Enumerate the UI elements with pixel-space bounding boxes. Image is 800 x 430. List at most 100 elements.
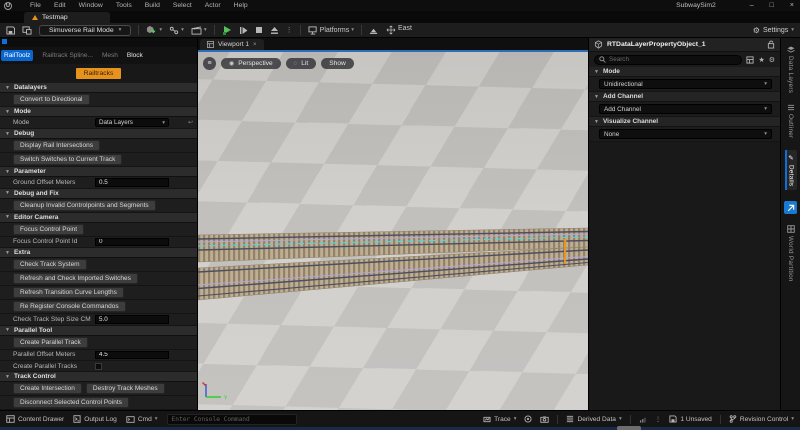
insights-icon[interactable] [524, 415, 532, 423]
section-parallel-tool[interactable]: ▼Parallel Tool [0, 326, 197, 336]
show-button[interactable]: Show [321, 58, 354, 69]
viewport-tab[interactable]: Viewport 1 × [200, 39, 264, 50]
stop-button[interactable] [255, 26, 263, 34]
disconnect-selected-button[interactable]: Disconnect Selected Control Points [13, 397, 129, 408]
ground-offset-input[interactable] [95, 178, 169, 187]
menu-file[interactable]: File [30, 2, 41, 9]
play-options-icon[interactable]: ⋮ [286, 26, 293, 34]
display-rail-intersections-button[interactable]: Display Rail Intersections [13, 140, 100, 151]
play-button[interactable] [222, 25, 232, 35]
more-options-icon[interactable]: ⋮ [655, 415, 662, 423]
blueprints-button[interactable]: ▾ [169, 26, 184, 35]
close-button[interactable]: × [790, 2, 794, 9]
details-section-add-channel[interactable]: ▼Add Channel [589, 92, 780, 102]
branch-icon [729, 415, 737, 423]
eject-button[interactable] [270, 26, 279, 35]
output-log-button[interactable]: Output Log [73, 415, 117, 423]
lit-button[interactable]: ◌ Lit [286, 58, 317, 69]
create-intersection-button[interactable]: Create Intersection [13, 383, 82, 394]
section-extra[interactable]: ▼Extra [0, 248, 197, 258]
section-title: Datalayers [14, 84, 47, 91]
viewport-scene[interactable]: Y ≡ ◉ Perspective ◌ Lit Show [198, 52, 588, 410]
details-settings-gear-icon[interactable]: ⚙ [769, 56, 775, 64]
menu-tools[interactable]: Tools [116, 2, 132, 9]
lock-icon[interactable] [767, 40, 775, 49]
create-parallel-track-button[interactable]: Create Parallel Track [13, 337, 88, 348]
section-debug[interactable]: ▼Debug [0, 129, 197, 139]
menu-select[interactable]: Select [173, 2, 192, 9]
console-command-input[interactable] [167, 414, 297, 425]
menu-build[interactable]: Build [145, 2, 160, 9]
trace-dropdown[interactable]: Trace ▾ [483, 416, 516, 423]
switch-switches-button[interactable]: Switch Switches to Current Track [13, 154, 122, 165]
viewport-options-button[interactable]: ≡ [203, 57, 216, 70]
settings-button[interactable]: Settings [763, 27, 788, 34]
frame-skip-button[interactable] [239, 26, 248, 35]
create-parallel-tracks-checkbox[interactable] [95, 363, 102, 370]
unsaved-button[interactable]: 1 Unsaved [669, 415, 712, 423]
cleanup-invalid-button[interactable]: Cleanup Invalid Controlpoints and Segmen… [13, 200, 156, 211]
favorites-star-icon[interactable]: ★ [758, 56, 764, 64]
platforms-button[interactable]: Platforms ▾ [308, 26, 354, 35]
sidebar-tab-world-partition[interactable]: World Partition [787, 225, 795, 282]
level-tab-testmap[interactable]: Testmap [24, 12, 110, 23]
details-section-mode[interactable]: ▼Mode [589, 67, 780, 77]
details-search-input[interactable] [609, 56, 737, 63]
cmd-dropdown[interactable]: Cmd ▾ [126, 416, 158, 423]
reregister-console-commandos-button[interactable]: Re Register Console Commandos [13, 301, 126, 312]
active-tool-icon[interactable] [784, 201, 797, 214]
network-status-icon[interactable] [639, 416, 647, 423]
reset-to-default-icon[interactable]: ↩ [188, 119, 193, 126]
visualize-channel-dropdown[interactable]: None ▾ [599, 129, 772, 139]
add-channel-dropdown[interactable]: Add Channel ▾ [599, 104, 772, 114]
perspective-button[interactable]: ◉ Perspective [221, 58, 281, 69]
section-datalayers[interactable]: ▼Datalayers [0, 83, 197, 93]
section-mode[interactable]: ▼Mode [0, 107, 197, 117]
cinematics-button[interactable]: ▾ [191, 26, 207, 35]
east-tool-button[interactable]: East [386, 25, 412, 35]
check-track-step-size-input[interactable] [95, 315, 169, 324]
editor-mode-selector[interactable]: Simuverse Rail Mode ▾ [39, 25, 131, 36]
lamp-tool-icon[interactable] [369, 26, 379, 35]
destroy-track-meshes-button[interactable]: Destroy Track Meshes [86, 383, 165, 394]
maximize-button[interactable]: □ [770, 2, 774, 9]
mode-dropdown[interactable]: Data Layers▾ [95, 118, 169, 127]
focus-control-point-id-input[interactable] [95, 238, 169, 247]
details-search-box[interactable] [594, 55, 742, 65]
tab-mesh[interactable]: Mesh [102, 52, 118, 59]
tab-block[interactable]: Block [127, 52, 143, 59]
sidebar-tab-outliner[interactable]: Outliner [787, 104, 795, 138]
section-parameter[interactable]: ▼Parameter [0, 167, 197, 177]
sidebar-tab-details[interactable]: ✎ Details [785, 150, 797, 190]
refresh-transition-curve-button[interactable]: Refresh Transition Curve Lengths [13, 287, 124, 298]
section-editor-camera[interactable]: ▼Editor Camera [0, 213, 197, 223]
chevron-down-icon: ▾ [764, 81, 767, 87]
content-drawer-button[interactable]: Content Drawer [6, 415, 64, 423]
section-debug-and-fix[interactable]: ▼Debug and Fix [0, 189, 197, 199]
save-icon[interactable] [6, 26, 15, 35]
derived-data-dropdown[interactable]: Derived Data ▾ [566, 415, 621, 423]
menu-edit[interactable]: Edit [54, 2, 66, 9]
revision-control-dropdown[interactable]: Revision Control ▾ [729, 415, 794, 423]
tab-railtoolz[interactable]: RailToolz [1, 50, 33, 61]
minimize-button[interactable]: – [750, 2, 754, 9]
menu-window[interactable]: Window [79, 2, 103, 9]
sidebar-tab-data-layers[interactable]: Data Layers [787, 46, 795, 93]
tab-railtrack-spline[interactable]: Railtrack Spline... [42, 52, 93, 59]
display-filter-icon[interactable] [746, 56, 754, 64]
menu-actor[interactable]: Actor [205, 2, 221, 9]
railtracks-button[interactable]: Railtracks [76, 68, 122, 79]
check-track-system-button[interactable]: Check Track System [13, 259, 87, 270]
refresh-imported-switches-button[interactable]: Refresh and Check Imported Switches [13, 273, 138, 284]
parallel-offset-input[interactable] [95, 351, 169, 360]
menu-help[interactable]: Help [234, 2, 248, 9]
details-section-visualize-channel[interactable]: ▼Visualize Channel [589, 117, 780, 127]
screenshot-icon[interactable] [540, 416, 549, 423]
add-actor-button[interactable]: ▾ [146, 25, 162, 35]
focus-control-point-button[interactable]: Focus Control Point [13, 224, 84, 235]
mode-unidirectional-dropdown[interactable]: Unidirectional ▾ [599, 79, 772, 89]
close-icon[interactable]: × [253, 42, 257, 48]
section-track-control[interactable]: ▼Track Control [0, 372, 197, 382]
convert-to-directional-button[interactable]: Convert to Directional [13, 94, 90, 105]
project-tools-icon[interactable] [22, 26, 32, 35]
